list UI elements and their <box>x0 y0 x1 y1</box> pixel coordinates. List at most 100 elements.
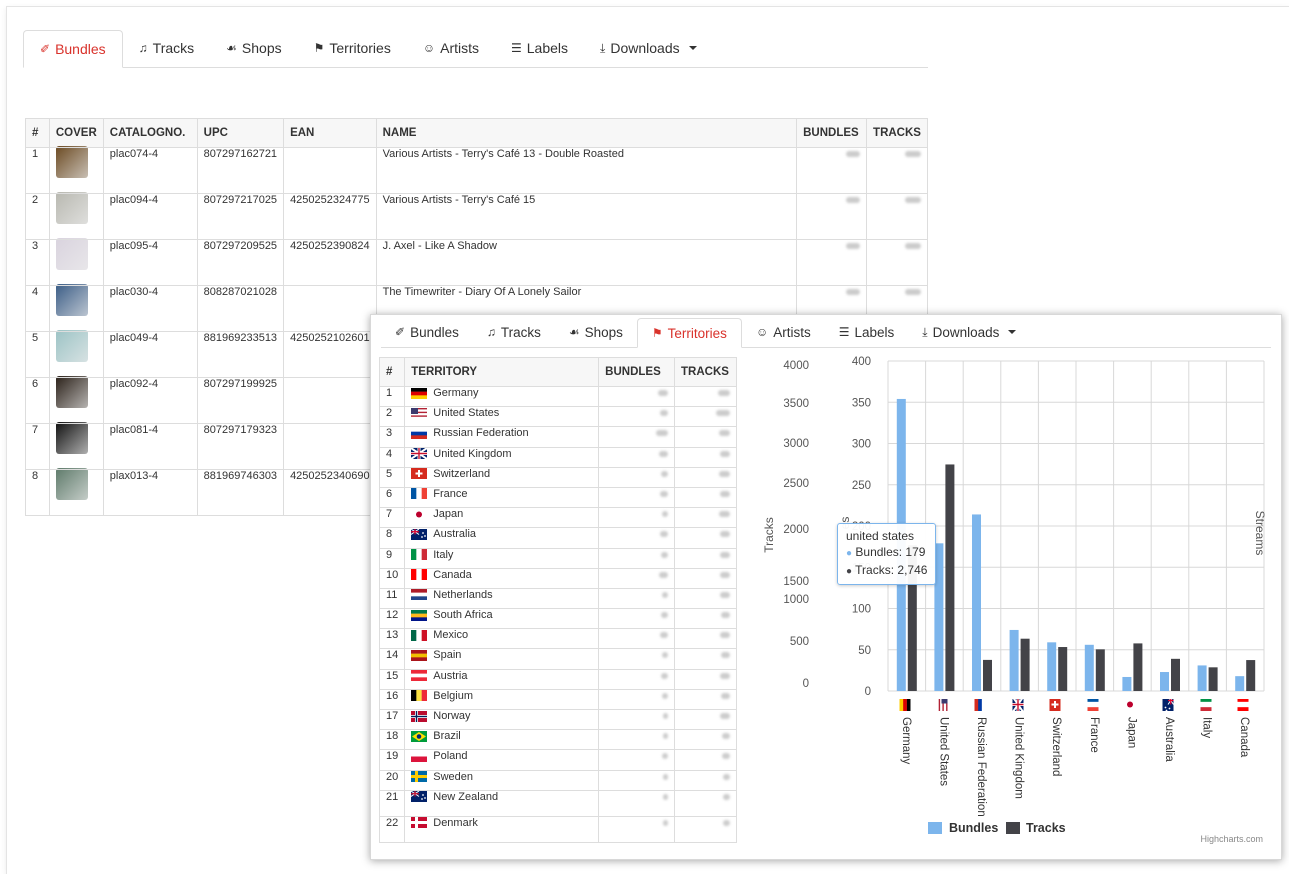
blurred-value <box>720 672 730 679</box>
row-number: 16 <box>378 688 406 711</box>
table-row[interactable]: 2 United States <box>378 406 737 428</box>
table-row[interactable]: 20 Sweden <box>378 769 737 791</box>
territory-name: Canada <box>433 568 472 581</box>
col-header-tracks[interactable]: TRACKS <box>674 357 737 387</box>
territory-name-wrap: Netherlands <box>411 589 592 601</box>
col-header-bundles[interactable]: BUNDLES <box>796 118 868 148</box>
tab-labels[interactable]: ☰ Labels <box>495 29 584 67</box>
table-row[interactable]: 2 plac094-4 807297217025 4250252324775 Vario… <box>25 192 928 240</box>
col-header-bundles[interactable]: BUNDLES <box>598 357 676 387</box>
table-row[interactable]: 16 Belgium <box>378 688 737 711</box>
cover-image[interactable] <box>55 284 88 316</box>
upc: 807297217025 <box>196 193 285 240</box>
table-row[interactable]: 4 United Kingdom <box>378 446 737 468</box>
row-number: 3 <box>378 426 406 448</box>
highcharts-credits: Highcharts.com <box>1200 834 1263 844</box>
tab-tracks[interactable]: ♫ Tracks <box>473 317 555 347</box>
tab-downloads[interactable]: ⤓ Downloads <box>584 29 713 67</box>
cover-image[interactable] <box>55 330 88 362</box>
table-row[interactable]: 3 Russian Federation <box>378 426 737 448</box>
tab-downloads[interactable]: ⤓ Downloads <box>908 317 1030 347</box>
flag-icon <box>410 790 428 803</box>
table-row[interactable]: 5 Switzerland <box>378 466 737 488</box>
tooltip-tracks: ● Tracks: 2,746 <box>846 563 928 577</box>
table-row[interactable]: 12 South Africa <box>378 608 737 630</box>
blurred-value <box>720 632 730 639</box>
col-header-tracks[interactable]: TRACKS <box>866 118 928 148</box>
bundle-name[interactable]: Various Artists - Terry's Café 13 - Doub… <box>375 147 798 194</box>
territories-chart: 4003503002502001501005004000350030002500… <box>751 345 1276 855</box>
table-row[interactable]: 3 plac095-4 807297209525 4250252390824 J. Ax… <box>25 238 928 286</box>
table-row[interactable]: 14 Spain <box>378 648 737 670</box>
table-row[interactable]: 21 New Zealand <box>378 789 737 817</box>
territory-name: Italy <box>433 548 454 561</box>
category-flag-icon <box>1087 699 1099 711</box>
table-row[interactable]: 17 Norway <box>378 708 737 731</box>
territory-name: Switzerland <box>433 467 491 480</box>
col-header-number[interactable]: # <box>25 118 50 148</box>
ean: 4250252340690 <box>283 469 377 516</box>
table-row[interactable]: 1 Germany <box>378 385 737 408</box>
table-row[interactable]: 19 Poland <box>378 749 737 771</box>
blurred-value <box>722 733 730 740</box>
row-number: 18 <box>378 729 406 751</box>
legend-label-tracks: Tracks <box>1026 821 1066 835</box>
tab-territories[interactable]: ⚑ Territories <box>636 318 742 348</box>
tab-label: Tracks <box>152 40 195 56</box>
table-row[interactable]: 15 Austria <box>378 668 737 690</box>
table-row[interactable]: 22 Denmark <box>378 815 737 843</box>
cover-image[interactable] <box>55 422 88 454</box>
table-row[interactable]: 13 Mexico <box>378 628 737 650</box>
tab-shops[interactable]: ☙ Shops <box>210 29 297 67</box>
bundles-window: ✐ Bundles ♫ Tracks ☙ Shops ⚑ Territories ☺ Artist… <box>6 6 1289 874</box>
col-header-name[interactable]: NAME <box>375 118 798 148</box>
territory-cell: Switzerland <box>404 466 600 488</box>
table-row[interactable]: 9 Italy <box>378 547 737 569</box>
territory-cell: Brazil <box>404 729 600 751</box>
territory-cell: United Kingdom <box>404 446 600 468</box>
bundle-name[interactable]: J. Axel - Like A Shadow <box>375 239 798 286</box>
tab-artists[interactable]: ☺ Artists <box>407 29 495 67</box>
col-header-territory[interactable]: TERRITORY <box>404 357 600 387</box>
col-header-upc[interactable]: UPC <box>196 118 285 148</box>
tab-shops[interactable]: ☙ Shops <box>555 317 637 347</box>
territories-table-header: # TERRITORY BUNDLES TRACKS <box>378 357 737 387</box>
table-row[interactable]: 18 Brazil <box>378 729 737 751</box>
upc: 807297199925 <box>196 377 285 424</box>
cover-image[interactable] <box>55 192 88 224</box>
category-flag-icon <box>936 699 948 711</box>
tracks-count <box>866 239 928 286</box>
tab-labels[interactable]: ☰ Labels <box>825 317 909 347</box>
bar-tracks <box>1171 658 1180 691</box>
col-header-number[interactable]: # <box>378 357 406 387</box>
territory-name-wrap: Japan <box>411 508 592 520</box>
table-row[interactable]: 7 Japan <box>378 507 737 529</box>
tab-territories[interactable]: ⚑ Territories <box>298 29 407 67</box>
cover-image[interactable] <box>55 238 88 270</box>
table-row[interactable]: 8 Australia <box>378 527 737 549</box>
bundle-name[interactable]: Various Artists - Terry's Café 15 <box>375 193 798 240</box>
tab-tracks[interactable]: ♫ Tracks <box>123 29 210 67</box>
cover-image[interactable] <box>55 146 88 178</box>
territory-name-wrap: Spain <box>411 649 592 661</box>
col-header-cover[interactable]: COVER <box>48 118 104 148</box>
col-header-ean[interactable]: EAN <box>283 118 377 148</box>
col-header-catalogno[interactable]: CATALOGNO. <box>102 118 198 148</box>
tab-artists[interactable]: ☺ Artists <box>742 317 825 347</box>
tracks-axis-tick: 1000 <box>783 594 809 606</box>
table-row[interactable]: 10 Canada <box>378 567 737 589</box>
table-row[interactable]: 11 Netherlands <box>378 587 737 610</box>
cover-image[interactable] <box>55 376 88 408</box>
row-number: 13 <box>378 628 406 650</box>
category-flag-icon <box>1011 699 1024 711</box>
tab-bundles[interactable]: ✐ Bundles <box>23 30 123 68</box>
upc: 881969233513 <box>196 331 285 378</box>
category-label: Canada <box>1238 717 1250 758</box>
blurred-value <box>663 713 669 719</box>
cover-image[interactable] <box>55 468 88 500</box>
category-label: Switzerland <box>1050 717 1062 776</box>
table-row[interactable]: 1 plac074-4 807297162721 Various Artists - … <box>25 146 928 194</box>
bar-bundles <box>1235 676 1245 691</box>
tab-bundles[interactable]: ✐ Bundles <box>381 317 473 347</box>
table-row[interactable]: 6 France <box>378 486 737 509</box>
